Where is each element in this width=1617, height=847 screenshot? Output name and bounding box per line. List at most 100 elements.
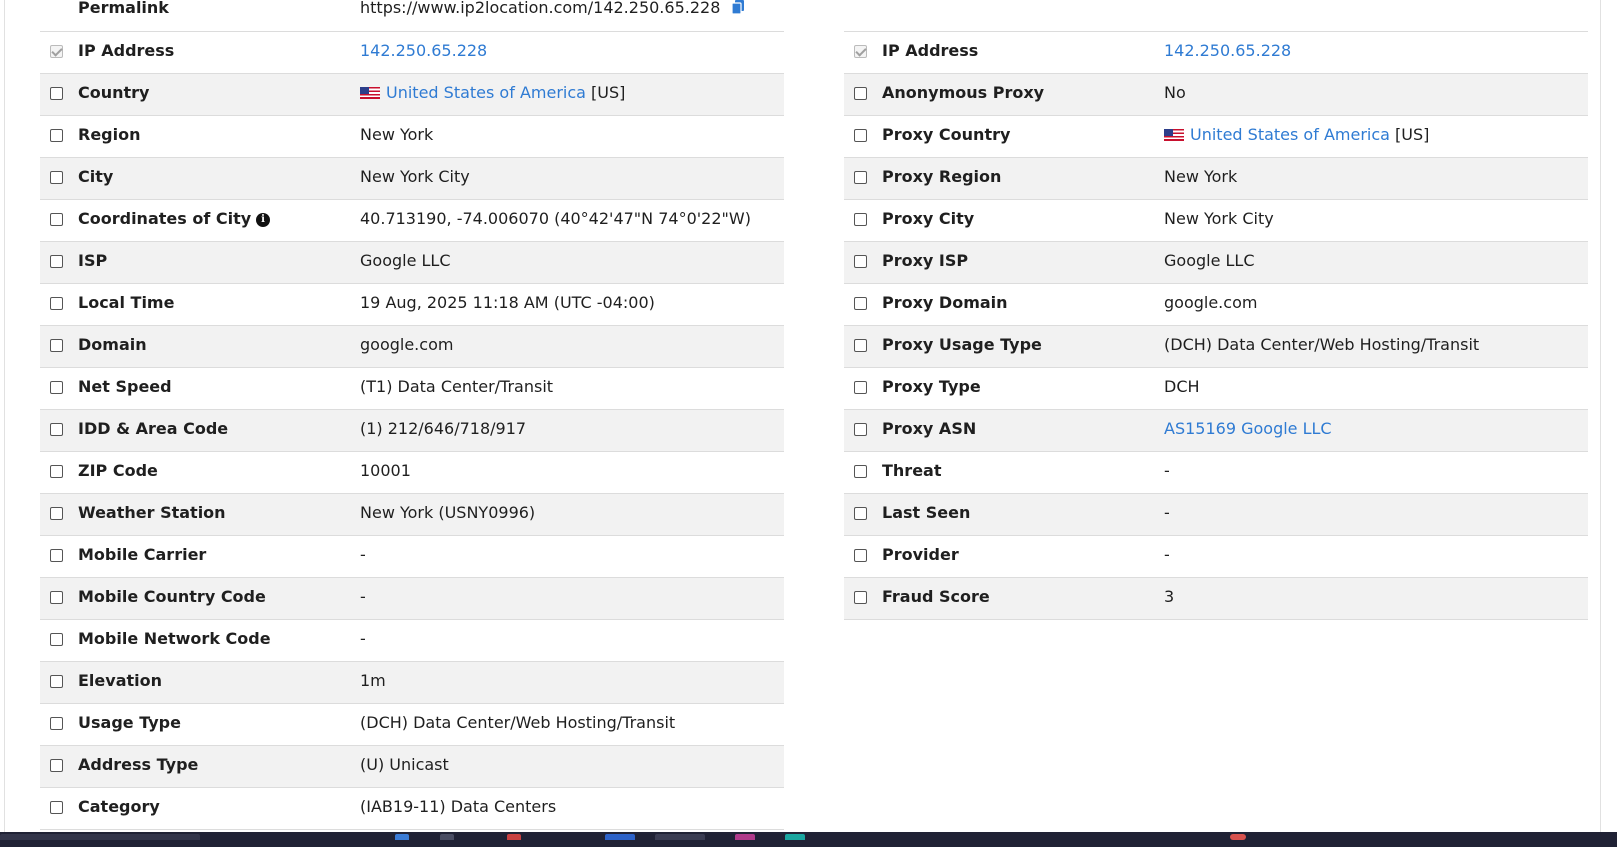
value-text: New York City (360, 167, 470, 186)
row-label: Proxy Country (882, 125, 1011, 144)
row-value: - (1164, 461, 1170, 480)
taskbar-app-icon[interactable] (605, 834, 635, 840)
row-label: IDD & Area Code (78, 419, 229, 438)
row-label: Proxy Domain (882, 293, 1008, 312)
elevation-checkbox[interactable] (50, 675, 63, 688)
value-text: 3 (1164, 587, 1175, 606)
table-row: Mobile Carrier - (40, 536, 784, 578)
value-text: (1) 212/646/718/917 (360, 419, 527, 438)
taskbar-app-icon[interactable] (785, 834, 805, 840)
row-value: (IAB19-11) Data Centers (360, 797, 556, 816)
row-label: Usage Type (78, 713, 181, 732)
mobile-network-code-checkbox[interactable] (50, 633, 63, 646)
coordinates-of-city-checkbox[interactable] (50, 213, 63, 226)
table-row: Mobile Country Code - (40, 578, 784, 620)
value-text: Google LLC (1164, 251, 1255, 270)
row-label: Weather Station (78, 503, 226, 522)
us-flag-icon (1164, 129, 1184, 141)
value-text: (DCH) Data Center/Web Hosting/Transit (360, 713, 676, 732)
value-link[interactable]: United States of America (1190, 125, 1390, 144)
fraud-score-checkbox[interactable] (854, 591, 867, 604)
taskbar-app-icon[interactable] (440, 834, 454, 840)
row-label: ISP (78, 251, 108, 270)
city-checkbox[interactable] (50, 171, 63, 184)
blank-header-row (844, 0, 1588, 32)
table-row: ISP Google LLC (40, 242, 784, 284)
taskbar-app-icon[interactable] (395, 834, 409, 840)
table-row: ZIP Code 10001 (40, 452, 784, 494)
row-label: Elevation (78, 671, 163, 690)
weather-station-checkbox[interactable] (50, 507, 63, 520)
row-value: United States of America [US] (1164, 125, 1429, 144)
permalink-row: Permalink https://www.ip2location.com/14… (40, 0, 784, 32)
value-text: No (1164, 83, 1186, 102)
table-row: Proxy Domain google.com (844, 284, 1588, 326)
region-checkbox[interactable] (50, 129, 63, 142)
row-value: - (1164, 545, 1170, 564)
row-label: Last Seen (882, 503, 971, 522)
local-time-checkbox[interactable] (50, 297, 63, 310)
table-row: Net Speed (T1) Data Center/Transit (40, 368, 784, 410)
value-text: - (360, 545, 366, 564)
isp-checkbox[interactable] (50, 255, 63, 268)
row-label: Provider (882, 545, 959, 564)
last-seen-checkbox[interactable] (854, 507, 867, 520)
mobile-country-code-checkbox[interactable] (50, 591, 63, 604)
value-link[interactable]: AS15169 Google LLC (1164, 419, 1332, 438)
zip-code-checkbox[interactable] (50, 465, 63, 478)
row-value: google.com (360, 335, 453, 354)
row-value: 142.250.65.228 (1164, 41, 1291, 60)
row-label: Address Type (78, 755, 199, 774)
proxy-city-checkbox[interactable] (854, 213, 867, 226)
notification-icon[interactable] (1230, 834, 1246, 840)
copy-icon[interactable] (730, 0, 746, 19)
proxy-country-checkbox[interactable] (854, 129, 867, 142)
domain-checkbox[interactable] (50, 339, 63, 352)
us-flag-icon (360, 87, 380, 99)
table-row: IP Address 142.250.65.228 (40, 32, 784, 74)
table-row: Proxy Country United States of America [U… (844, 116, 1588, 158)
value-link[interactable]: 142.250.65.228 (1164, 41, 1291, 60)
row-label: Mobile Country Code (78, 587, 266, 606)
net-speed-checkbox[interactable] (50, 381, 63, 394)
value-text: (U) Unicast (360, 755, 449, 774)
proxy-asn-checkbox[interactable] (854, 423, 867, 436)
category-checkbox[interactable] (50, 801, 63, 814)
taskbar-app-icon-active[interactable] (655, 834, 705, 840)
ip-address-checkbox (50, 45, 63, 58)
proxy-usage-type-checkbox[interactable] (854, 339, 867, 352)
proxy-domain-checkbox[interactable] (854, 297, 867, 310)
row-label: IP Address (882, 41, 979, 60)
proxy-type-checkbox[interactable] (854, 381, 867, 394)
proxy-region-checkbox[interactable] (854, 171, 867, 184)
table-row: Weather Station New York (USNY0996) (40, 494, 784, 536)
provider-checkbox[interactable] (854, 549, 867, 562)
taskbar-app-icon[interactable] (507, 834, 521, 840)
row-value: 1m (360, 671, 386, 690)
row-value: New York City (360, 167, 470, 186)
row-value: New York (USNY0996) (360, 503, 535, 522)
permalink-url[interactable]: https://www.ip2location.com/142.250.65.2… (360, 0, 720, 17)
usage-type-checkbox[interactable] (50, 717, 63, 730)
threat-checkbox[interactable] (854, 465, 867, 478)
address-type-checkbox[interactable] (50, 759, 63, 772)
value-text: (T1) Data Center/Transit (360, 377, 554, 396)
value-text: - (1164, 461, 1170, 480)
taskbar-app-icon[interactable] (735, 834, 755, 840)
table-row: Proxy Type DCH (844, 368, 1588, 410)
mobile-carrier-checkbox[interactable] (50, 549, 63, 562)
row-value: AS15169 Google LLC (1164, 419, 1332, 438)
value-link[interactable]: 142.250.65.228 (360, 41, 487, 60)
table-row: Mobile Network Code - (40, 620, 784, 662)
country-checkbox[interactable] (50, 87, 63, 100)
anonymous-proxy-checkbox[interactable] (854, 87, 867, 100)
info-icon[interactable]: i (256, 213, 270, 227)
value-text: Google LLC (360, 251, 451, 270)
country-code: [US] (1389, 125, 1430, 144)
row-label: IP Address (78, 41, 175, 60)
proxy-isp-checkbox[interactable] (854, 255, 867, 268)
value-link[interactable]: United States of America (386, 83, 586, 102)
taskbar-search-box[interactable] (0, 834, 200, 840)
idd-area-code-checkbox[interactable] (50, 423, 63, 436)
value-text: - (360, 629, 366, 648)
